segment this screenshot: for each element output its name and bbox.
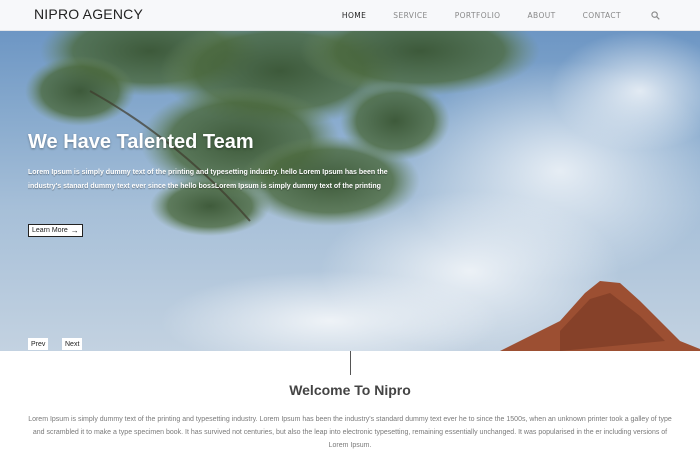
learn-more-button[interactable]: Learn More → — [28, 224, 83, 237]
nav-item-contact[interactable]: CONTACT — [583, 11, 621, 20]
prev-button[interactable]: Prev — [28, 338, 49, 350]
hero-description: Lorem Ipsum is simply dummy text of the … — [28, 169, 388, 190]
hero-slider: We Have Talented Team Lorem Ipsum is sim… — [0, 31, 700, 351]
search-icon[interactable] — [648, 8, 662, 22]
welcome-title: Welcome To Nipro — [289, 382, 411, 398]
nav-menu: HOME SERVICE PORTFOLIO ABOUT CONTACT — [342, 0, 700, 30]
nav-item-portfolio[interactable]: PORTFOLIO — [455, 11, 501, 20]
section-divider — [350, 351, 351, 375]
nav-item-service[interactable]: SERVICE — [393, 11, 427, 20]
top-navbar: NIPRO AGENCY HOME SERVICE PORTFOLIO ABOU… — [0, 0, 700, 31]
brand-logo[interactable]: NIPRO AGENCY — [34, 6, 143, 22]
next-button[interactable]: Next — [62, 338, 83, 350]
hero-title: We Have Talented Team — [28, 131, 254, 153]
arrow-right-icon: → — [70, 225, 79, 235]
nav-item-about[interactable]: ABOUT — [528, 11, 556, 20]
learn-more-label: Learn More — [32, 227, 68, 234]
welcome-description: Lorem Ipsum is simply dummy text of the … — [28, 416, 672, 449]
nav-item-home[interactable]: HOME — [342, 11, 366, 20]
